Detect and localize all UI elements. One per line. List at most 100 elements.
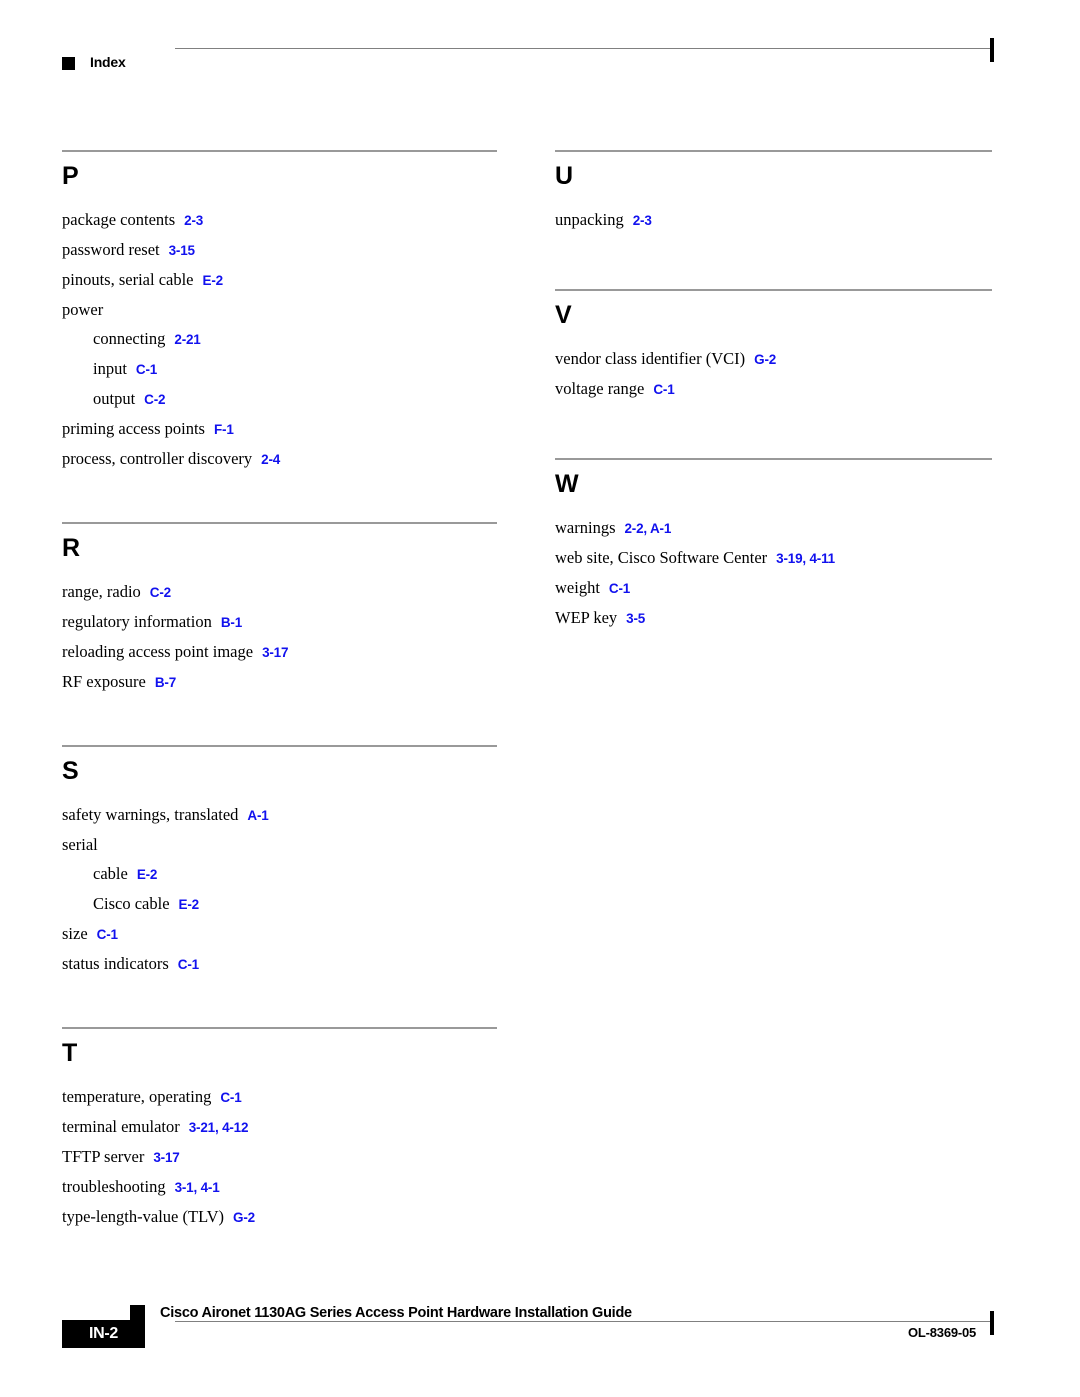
- index-entry-term: password reset: [62, 240, 160, 259]
- index-entry: voltage range C-1: [555, 374, 992, 404]
- letter-group-rule: [555, 458, 992, 460]
- index-entry-page-reference[interactable]: C-1: [609, 581, 630, 596]
- index-entry: type-length-value (TLV) G-2: [62, 1202, 497, 1232]
- index-entry: safety warnings, translated A-1: [62, 800, 497, 830]
- index-entry-page-reference[interactable]: E-2: [203, 273, 224, 288]
- index-entry: warnings 2-2, A-1: [555, 513, 992, 543]
- letter-group-r: Rrange, radio C-2 regulatory information B-…: [62, 522, 497, 697]
- index-subentry: output C-2: [62, 384, 497, 414]
- index-body: Ppackage contents 2-3 password reset 3-15 pi…: [0, 0, 1080, 1397]
- index-entry: TFTP server 3-17: [62, 1142, 497, 1172]
- letter-group-rule: [62, 745, 497, 747]
- index-entry-term: temperature, operating: [62, 1087, 212, 1106]
- index-entry: WEP key 3-5: [555, 603, 992, 633]
- index-entry: weight C-1: [555, 573, 992, 603]
- index-entry-page-reference[interactable]: G-2: [754, 352, 776, 367]
- index-subentry: input C-1: [62, 354, 497, 384]
- index-entry-page-reference[interactable]: 3-17: [262, 645, 288, 660]
- letter-group-v: Vvendor class identifier (VCI) G-2 voltage…: [555, 289, 992, 404]
- letter-heading: W: [555, 470, 579, 498]
- letter-heading: S: [62, 757, 79, 785]
- index-entry-term: warnings: [555, 518, 616, 537]
- letter-heading: V: [555, 301, 572, 329]
- index-entry-term: vendor class identifier (VCI): [555, 349, 746, 368]
- index-entry: vendor class identifier (VCI) G-2: [555, 344, 992, 374]
- index-entry-term: power: [62, 300, 104, 319]
- index-entry-list: temperature, operating C-1 terminal emulat…: [62, 1082, 497, 1232]
- index-entry: terminal emulator 3-21, 4-12: [62, 1112, 497, 1142]
- footer-rule: [175, 1321, 992, 1322]
- index-column-left: Ppackage contents 2-3 password reset 3-15 pi…: [62, 150, 497, 1232]
- letter-group-rule: [62, 150, 497, 152]
- index-entry-page-reference[interactable]: 3-5: [626, 611, 645, 626]
- index-entry-term: output: [93, 389, 136, 408]
- index-entry-term: terminal emulator: [62, 1117, 180, 1136]
- index-entry-page-reference[interactable]: 3-21, 4-12: [189, 1120, 249, 1135]
- index-entry-page-reference[interactable]: C-1: [220, 1090, 241, 1105]
- index-entry: password reset 3-15: [62, 235, 497, 265]
- index-entry-term: weight: [555, 578, 600, 597]
- index-entry-page-reference[interactable]: E-2: [137, 867, 158, 882]
- index-entry-term: reloading access point image: [62, 642, 254, 661]
- letter-heading: P: [62, 162, 79, 190]
- index-entry-term: size: [62, 924, 88, 943]
- index-entry: pinouts, serial cable E-2: [62, 265, 497, 295]
- index-entry-list: range, radio C-2 regulatory information B-1…: [62, 577, 497, 697]
- index-entry-page-reference[interactable]: C-1: [97, 927, 118, 942]
- index-entry-term: safety warnings, translated: [62, 805, 239, 824]
- index-entry-page-reference[interactable]: 3-15: [169, 243, 195, 258]
- footer-doc-number: OL-8369-05: [908, 1325, 977, 1340]
- letter-group-s: Ssafety warnings, translated A-1 serial cab…: [62, 745, 497, 979]
- black-square-icon: [130, 1305, 145, 1320]
- letter-heading: T: [62, 1039, 77, 1067]
- index-entry-page-reference[interactable]: C-1: [653, 382, 674, 397]
- index-entry-page-reference[interactable]: C-2: [144, 392, 165, 407]
- index-entry-list: unpacking 2-3: [555, 205, 992, 235]
- letter-group-rule: [62, 522, 497, 524]
- letter-group-w: Wwarnings 2-2, A-1 web site, Cisco Softwar…: [555, 458, 992, 633]
- index-entry-term: unpacking: [555, 210, 624, 229]
- index-entry-page-reference[interactable]: A-1: [247, 808, 268, 823]
- index-entry-page-reference[interactable]: G-2: [233, 1210, 255, 1225]
- letter-group-t: Ttemperature, operating C-1 terminal emula…: [62, 1027, 497, 1232]
- index-entry: troubleshooting 3-1, 4-1: [62, 1172, 497, 1202]
- index-entry-term: connecting: [93, 329, 166, 348]
- index-entry-page-reference[interactable]: B-1: [221, 615, 242, 630]
- index-entry-page-reference[interactable]: B-7: [155, 675, 176, 690]
- index-entry-term: web site, Cisco Software Center: [555, 548, 768, 567]
- index-entry-page-reference[interactable]: F-1: [214, 422, 234, 437]
- index-entry-page-reference[interactable]: E-2: [179, 897, 200, 912]
- index-entry-page-reference[interactable]: 2-3: [633, 213, 652, 228]
- index-entry-page-reference[interactable]: C-1: [136, 362, 157, 377]
- index-entry: reloading access point image 3-17: [62, 637, 497, 667]
- index-entry-page-reference[interactable]: 2-21: [174, 332, 200, 347]
- index-entry: package contents 2-3: [62, 205, 497, 235]
- footer-document-title: Cisco Aironet 1130AG Series Access Point…: [160, 1305, 632, 1321]
- index-entry: unpacking 2-3: [555, 205, 992, 235]
- index-entry-page-reference[interactable]: 2-2, A-1: [625, 521, 672, 536]
- index-entry-page-reference[interactable]: 3-17: [153, 1150, 179, 1165]
- index-entry-term: priming access points: [62, 419, 205, 438]
- index-entry-page-reference[interactable]: C-2: [150, 585, 171, 600]
- index-column-right: Uunpacking 2-3 Vvendor class identifier (V…: [555, 150, 992, 633]
- index-entry-page-reference[interactable]: 2-3: [184, 213, 203, 228]
- index-entry: web site, Cisco Software Center 3-19, 4-1…: [555, 543, 992, 573]
- index-entry-term: WEP key: [555, 608, 618, 627]
- index-entry-term: regulatory information: [62, 612, 212, 631]
- index-entry-term: process, controller discovery: [62, 449, 253, 468]
- index-entry: temperature, operating C-1: [62, 1082, 497, 1112]
- footer-edge-tick: [990, 1311, 994, 1335]
- index-entry-term: status indicators: [62, 954, 169, 973]
- index-entry-term: Cisco cable: [93, 894, 170, 913]
- letter-group-p: Ppackage contents 2-3 password reset 3-15 pi…: [62, 150, 497, 474]
- index-entry-page-reference[interactable]: C-1: [178, 957, 199, 972]
- index-entry-page-reference[interactable]: 3-1, 4-1: [175, 1180, 220, 1195]
- index-entry-list: package contents 2-3 password reset 3-15 pin…: [62, 205, 497, 474]
- index-entry-page-reference[interactable]: 3-19, 4-11: [776, 551, 835, 566]
- page-number-badge: IN-2: [62, 1320, 145, 1348]
- index-entry-term: serial: [62, 835, 98, 854]
- index-entry-page-reference[interactable]: 2-4: [261, 452, 280, 467]
